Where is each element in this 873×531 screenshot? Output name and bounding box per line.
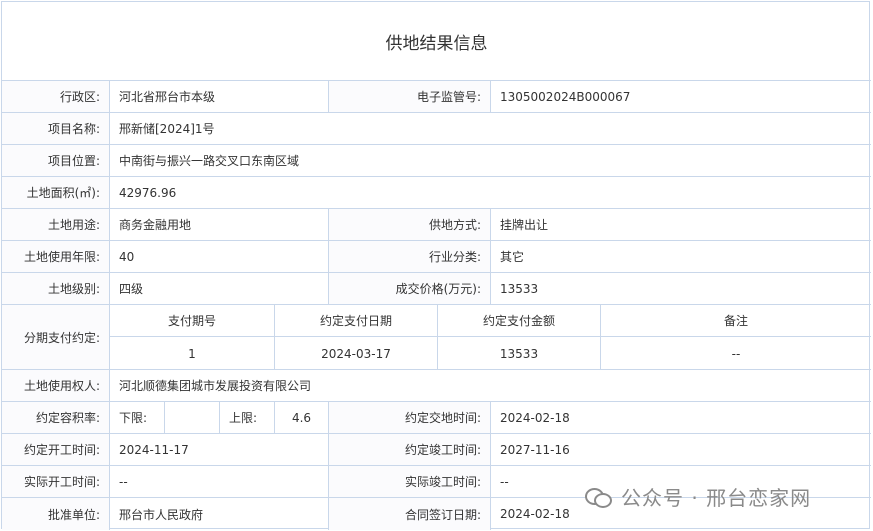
handover-time-label: 约定交地时间: <box>328 402 490 433</box>
installment-header-remark: 备注 <box>600 305 871 336</box>
project-location-value: 中南街与振兴一路交叉口东南区域 <box>109 145 871 176</box>
supply-method-value: 挂牌出让 <box>490 209 871 240</box>
installment-amount: 13533 <box>437 337 600 370</box>
monitor-no-label: 电子监管号: <box>328 81 490 112</box>
wechat-icon <box>585 486 613 508</box>
row-installments: 分期支付约定: 支付期号 约定支付日期 约定支付金额 备注 1 2024-03-… <box>2 305 871 370</box>
land-area-value: 42976.96 <box>109 177 871 208</box>
project-location-label: 项目位置: <box>2 145 109 176</box>
plot-ratio-lower-value <box>164 402 219 433</box>
plot-ratio-label: 约定容积率: <box>2 402 109 433</box>
project-name-label: 项目名称: <box>2 113 109 144</box>
district-value: 河北省邢台市本级 <box>109 81 328 112</box>
watermark-text: 公众号 · 邢台恋家网 <box>621 486 812 510</box>
land-user-label: 土地使用权人: <box>2 370 109 401</box>
approval-unit-label: 批准单位: <box>2 498 109 530</box>
row-land-user: 土地使用权人: 河北顺德集团城市发展投资有限公司 <box>2 370 871 402</box>
watermark: 公众号 · 邢台恋家网 <box>585 482 811 511</box>
handover-time-value: 2024-02-18 <box>490 402 871 433</box>
installment-header-period: 支付期号 <box>109 305 274 336</box>
row-district: 行政区: 河北省邢台市本级 电子监管号: 1305002024B000067 <box>2 81 871 113</box>
monitor-no-value: 1305002024B000067 <box>490 81 871 112</box>
project-name-value: 邢新储[2024]1号 <box>109 113 871 144</box>
plot-ratio-upper-value: 4.6 <box>274 402 328 433</box>
contract-date-label: 合同签订日期: <box>328 498 490 530</box>
start-time-value: 2024-11-17 <box>109 434 328 465</box>
use-years-label: 土地使用年限: <box>2 241 109 272</box>
installment-header-date: 约定支付日期 <box>274 305 437 336</box>
land-grade-label: 土地级别: <box>2 273 109 304</box>
installments-label: 分期支付约定: <box>2 305 109 369</box>
row-use-years: 土地使用年限: 40 行业分类: 其它 <box>2 241 871 273</box>
deal-price-label: 成交价格(万元): <box>328 273 490 304</box>
installment-period: 1 <box>109 337 274 370</box>
use-years-value: 40 <box>109 241 328 272</box>
row-land-area: 土地面积(㎡): 42976.96 <box>2 177 871 209</box>
table-row: 1 2024-03-17 13533 -- <box>109 337 871 370</box>
supply-result-table: 供地结果信息 行政区: 河北省邢台市本级 电子监管号: 1305002024B0… <box>1 1 871 530</box>
actual-completion-label: 实际竣工时间: <box>328 466 490 497</box>
row-land-use: 土地用途: 商务金融用地 供地方式: 挂牌出让 <box>2 209 871 241</box>
installment-header-amount: 约定支付金额 <box>437 305 600 336</box>
installments-header-row: 支付期号 约定支付日期 约定支付金额 备注 <box>109 305 871 337</box>
land-grade-value: 四级 <box>109 273 328 304</box>
row-project-name: 项目名称: 邢新储[2024]1号 <box>2 113 871 145</box>
industry-label: 行业分类: <box>328 241 490 272</box>
industry-value: 其它 <box>490 241 871 272</box>
page-title: 供地结果信息 <box>2 2 871 81</box>
plot-ratio-upper-label: 上限: <box>219 402 274 433</box>
row-project-location: 项目位置: 中南街与振兴一路交叉口东南区域 <box>2 145 871 177</box>
deal-price-value: 13533 <box>490 273 871 304</box>
district-label: 行政区: <box>2 81 109 112</box>
completion-time-label: 约定竣工时间: <box>328 434 490 465</box>
land-use-label: 土地用途: <box>2 209 109 240</box>
row-start-time: 约定开工时间: 2024-11-17 约定竣工时间: 2027-11-16 <box>2 434 871 466</box>
actual-start-value: -- <box>109 466 328 497</box>
plot-ratio-lower-label: 下限: <box>109 402 164 433</box>
installment-date: 2024-03-17 <box>274 337 437 370</box>
land-user-value: 河北顺德集团城市发展投资有限公司 <box>109 370 871 401</box>
land-use-value: 商务金融用地 <box>109 209 328 240</box>
approval-unit-value: 邢台市人民政府 <box>109 498 328 530</box>
row-plot-ratio: 约定容积率: 下限: 上限: 4.6 约定交地时间: 2024-02-18 <box>2 402 871 434</box>
supply-method-label: 供地方式: <box>328 209 490 240</box>
start-time-label: 约定开工时间: <box>2 434 109 465</box>
installment-remark: -- <box>600 337 871 370</box>
land-area-label: 土地面积(㎡): <box>2 177 109 208</box>
actual-start-label: 实际开工时间: <box>2 466 109 497</box>
row-land-grade: 土地级别: 四级 成交价格(万元): 13533 <box>2 273 871 305</box>
completion-time-value: 2027-11-16 <box>490 434 871 465</box>
